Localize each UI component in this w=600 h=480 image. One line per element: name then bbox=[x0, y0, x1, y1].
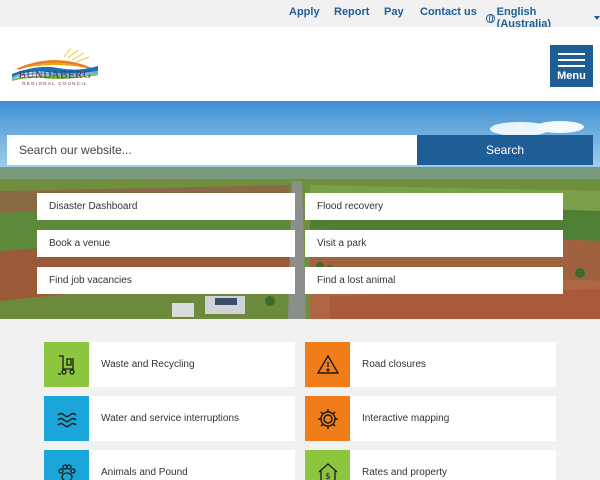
service-label: Interactive mapping bbox=[362, 413, 450, 424]
service-tile-water[interactable]: Water and service interruptions bbox=[44, 396, 295, 441]
globe-icon bbox=[486, 13, 495, 23]
hamburger-icon bbox=[558, 53, 585, 55]
pay-link[interactable]: Pay bbox=[384, 6, 404, 18]
gear-icon bbox=[305, 396, 350, 441]
quick-link-disaster-dashboard[interactable]: Disaster Dashboard bbox=[37, 193, 295, 220]
service-label: Waste and Recycling bbox=[101, 359, 195, 370]
quick-link-lost-animal[interactable]: Find a lost animal bbox=[305, 267, 563, 294]
menu-label: Menu bbox=[557, 70, 586, 82]
service-label: Rates and property bbox=[362, 467, 448, 478]
service-label: Animals and Pound bbox=[101, 467, 188, 478]
service-tile-mapping[interactable]: Interactive mapping bbox=[305, 396, 556, 441]
quick-link-visit-park[interactable]: Visit a park bbox=[305, 230, 563, 257]
logo-wordmark: BUNDABERG bbox=[18, 69, 92, 81]
search-button[interactable]: Search bbox=[417, 135, 593, 165]
hero-banner: Search Disaster Dashboard Flood recovery… bbox=[0, 101, 600, 319]
water-waves-icon bbox=[44, 396, 89, 441]
site-header: BUNDABERG REGIONAL COUNCIL Menu bbox=[0, 27, 600, 101]
quick-link-flood-recovery[interactable]: Flood recovery bbox=[305, 193, 563, 220]
service-tile-animals[interactable]: Animals and Pound bbox=[44, 450, 295, 480]
utility-bar: Apply Report Pay Contact us English (Aus… bbox=[0, 0, 600, 30]
hamburger-icon-bar bbox=[558, 59, 585, 61]
paw-icon bbox=[44, 450, 89, 480]
service-tile-road-closures[interactable]: Road closures bbox=[305, 342, 556, 387]
hamburger-icon-bar bbox=[558, 65, 585, 67]
search-input[interactable] bbox=[7, 135, 417, 165]
logo-subtitle: REGIONAL COUNCIL bbox=[22, 81, 88, 86]
quick-link-job-vacancies[interactable]: Find job vacancies bbox=[37, 267, 295, 294]
waste-bin-icon bbox=[44, 342, 89, 387]
apply-link[interactable]: Apply bbox=[289, 6, 320, 18]
svg-text:$: $ bbox=[325, 472, 331, 480]
house-dollar-icon: $ bbox=[305, 450, 350, 480]
service-tile-rates[interactable]: $ Rates and property bbox=[305, 450, 556, 480]
service-label: Road closures bbox=[362, 359, 426, 370]
service-label: Water and service interruptions bbox=[101, 413, 240, 424]
report-link[interactable]: Report bbox=[334, 6, 369, 18]
quick-link-book-venue[interactable]: Book a venue bbox=[37, 230, 295, 257]
caret-down-icon bbox=[594, 16, 600, 20]
warning-icon bbox=[305, 342, 350, 387]
menu-button[interactable]: Menu bbox=[550, 45, 593, 87]
service-tile-waste[interactable]: Waste and Recycling bbox=[44, 342, 295, 387]
contact-us-link[interactable]: Contact us bbox=[420, 6, 477, 18]
